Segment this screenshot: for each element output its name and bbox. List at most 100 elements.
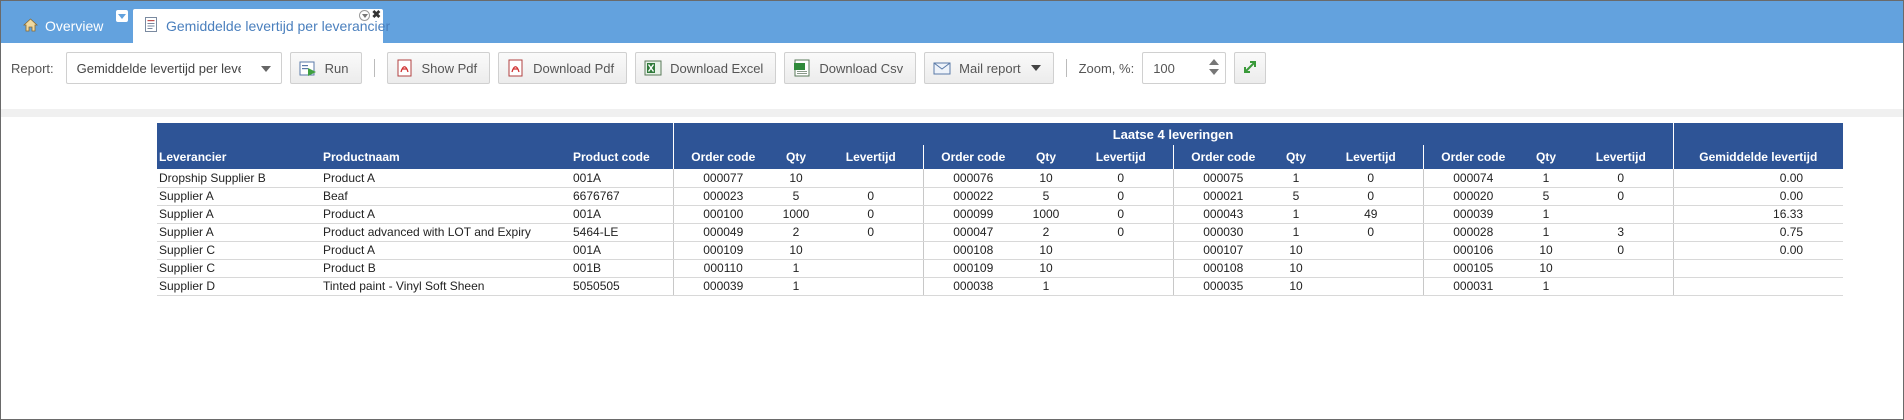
cell-product-code: 001B (571, 259, 673, 278)
download-pdf-button[interactable]: Download Pdf (498, 52, 628, 84)
stepper-up-icon[interactable] (1209, 59, 1220, 65)
table-row: Dropship Supplier B Product A 001A 000077 10… (157, 169, 1844, 188)
cell-product-code: 5050505 (571, 277, 673, 296)
cell-qty: 1000 (773, 205, 819, 224)
fullscreen-button[interactable] (1234, 52, 1267, 84)
tab-report-label: Gemiddelde levertijd per leverancier (166, 18, 391, 34)
cell-qty: 1 (1523, 205, 1569, 224)
cell-product-code: 001A (571, 241, 673, 260)
toolbar: Report: Gemiddelde levertijd per leveran… (1, 43, 1903, 93)
run-icon (299, 59, 317, 77)
download-csv-button[interactable]: Download Csv (784, 52, 917, 84)
cell-avg-leadtime: 0.00 (1672, 241, 1844, 260)
download-excel-button[interactable]: Download Excel (635, 52, 777, 84)
tab-menu-icon[interactable] (116, 10, 128, 22)
tab-options-icon[interactable] (358, 10, 370, 21)
cell-qty: 10 (773, 169, 819, 188)
table-row: Supplier D Tinted paint - Vinyl Soft Shee… (157, 277, 1844, 296)
cell-qty: 1 (1273, 169, 1319, 188)
cell-leadtime (1319, 259, 1423, 278)
header-leadtime: Levertijd (1569, 145, 1674, 169)
cell-qty: 5 (1023, 187, 1069, 206)
tab-overview-label: Overview (45, 18, 104, 34)
cell-qty: 1 (1523, 169, 1569, 188)
cell-qty: 5 (773, 187, 819, 206)
cell-leadtime: 0 (1069, 169, 1173, 188)
cell-product-name: Product B (321, 259, 571, 278)
cell-qty: 10 (1273, 241, 1319, 260)
header-avg-leadtime: Gemiddelde levertijd (1672, 145, 1844, 169)
header-qty: Qty (1523, 145, 1569, 169)
run-button[interactable]: Run (289, 52, 362, 84)
cell-qty: 10 (1023, 169, 1069, 188)
cell-avg-leadtime (1672, 259, 1844, 278)
cell-leadtime (1069, 259, 1173, 278)
tab-overview[interactable]: Overview (15, 9, 128, 43)
report-table: Laatse 4 leveringen Leverancier Productn… (157, 123, 1844, 296)
cell-supplier: Supplier D (157, 277, 321, 296)
header-product-code: Product code (571, 145, 673, 169)
chevron-down-icon (260, 66, 271, 72)
cell-product-name: Beaf (321, 187, 571, 206)
cell-leadtime (819, 241, 923, 260)
header-leadtime: Levertijd (819, 145, 923, 169)
header-leadtime: Levertijd (1319, 145, 1423, 169)
header-order-code: Order code (1422, 145, 1523, 169)
cell-avg-leadtime: 16.33 (1672, 205, 1844, 224)
cell-qty: 1 (1273, 223, 1319, 242)
cell-order-code: 000110 (672, 259, 773, 278)
cell-leadtime (1569, 277, 1674, 296)
pdf-icon (507, 59, 525, 77)
cell-qty: 10 (1523, 241, 1569, 260)
cell-order-code: 000075 (1172, 169, 1273, 188)
cell-order-code: 000108 (1172, 259, 1273, 278)
table-row: Supplier C Product A 001A 000109 10 000108 10 0… (157, 241, 1844, 260)
cell-order-code: 000077 (672, 169, 773, 188)
tab-bar: Overview Gemiddelde levertijd per levera… (1, 1, 1903, 43)
download-csv-label: Download Csv (819, 60, 904, 76)
csv-icon (793, 59, 811, 77)
table-row: Supplier A Product advanced with LOT and … (157, 223, 1844, 242)
mail-report-button[interactable]: Mail report (924, 52, 1054, 84)
cell-leadtime (819, 169, 923, 188)
cell-order-code: 000038 (922, 277, 1023, 296)
table-row: Supplier C Product B 001B 000110 1 000109 10 00… (157, 259, 1844, 278)
cell-order-code: 000030 (1172, 223, 1273, 242)
report-label: Report: (11, 60, 54, 76)
zoom-input[interactable]: 100 (1142, 52, 1227, 84)
show-pdf-button[interactable]: Show Pdf (386, 52, 491, 84)
cell-leadtime (1069, 277, 1173, 296)
cell-qty: 1 (1523, 277, 1569, 296)
table-row: Supplier A Product A 001A 000100 1000 0 000099… (157, 205, 1844, 224)
cell-order-code: 000023 (672, 187, 773, 206)
cell-order-code: 000099 (922, 205, 1023, 224)
zoom-stepper[interactable] (1209, 59, 1220, 75)
cell-qty: 2 (1023, 223, 1069, 242)
header-qty: Qty (1273, 145, 1319, 169)
header-leadtime: Levertijd (1069, 145, 1173, 169)
tab-report[interactable]: Gemiddelde levertijd per leverancier ✖ (133, 9, 390, 43)
home-icon (22, 17, 39, 35)
download-excel-label: Download Excel (670, 60, 764, 76)
cell-leadtime (819, 277, 923, 296)
close-icon[interactable]: ✖ (372, 10, 381, 21)
cell-order-code: 000035 (1172, 277, 1273, 296)
cell-order-code: 000107 (1172, 241, 1273, 260)
report-select[interactable]: Gemiddelde levertijd per leverancier (65, 52, 282, 84)
cell-leadtime (1069, 241, 1173, 260)
cell-qty: 1000 (1023, 205, 1069, 224)
chevron-down-icon (1030, 65, 1041, 71)
app-window: Overview Gemiddelde levertijd per levera… (0, 0, 1904, 420)
download-pdf-label: Download Pdf (533, 60, 615, 76)
cell-leadtime (1569, 259, 1674, 278)
cell-order-code: 000047 (922, 223, 1023, 242)
header-order-code: Order code (922, 145, 1023, 169)
cell-order-code: 000076 (922, 169, 1023, 188)
cell-qty: 1 (1273, 205, 1319, 224)
header-product-name: Productnaam (321, 145, 571, 169)
stepper-down-icon[interactable] (1209, 69, 1220, 75)
cell-order-code: 000043 (1172, 205, 1273, 224)
table-header-group-row: Laatse 4 leveringen (157, 123, 1844, 145)
cell-order-code: 000105 (1422, 259, 1523, 278)
cell-qty: 1 (773, 277, 819, 296)
